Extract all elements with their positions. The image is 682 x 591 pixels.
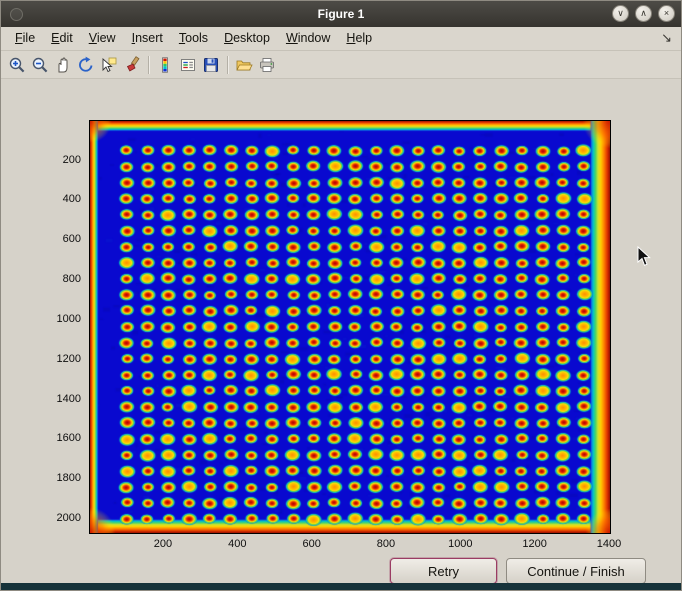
titlebar[interactable]: Figure 1 ∨ ∧ × [1,1,681,27]
open-folder-icon[interactable] [233,54,255,76]
toolbar-separator [148,56,149,74]
pan-icon[interactable] [52,54,74,76]
x-tick-label: 1000 [448,538,472,550]
y-tick-label: 1400 [41,393,81,405]
figure-canvas-area: 200 400 600 800 1000 1200 1400 1600 1800 2000 200… [1,79,681,583]
axes [89,120,611,534]
menu-view[interactable]: View [81,27,124,50]
zoom-out-icon[interactable] [29,54,51,76]
menu-help[interactable]: Help [338,27,380,50]
y-tick-label: 1200 [41,353,81,365]
continue-finish-button[interactable]: Continue / Finish [506,558,646,584]
rotate-3d-icon[interactable] [75,54,97,76]
menu-bar: File Edit View Insert Tools Desktop Wind… [1,27,681,51]
dock-figure-icon[interactable]: ↘ [661,30,672,46]
x-axis: 200400600800100012001400 [89,538,611,554]
menu-file[interactable]: File [7,27,43,50]
figure-window: Figure 1 ∨ ∧ × File Edit View Insert Too… [0,0,682,591]
y-tick-label: 2000 [41,512,81,524]
window-bottom-border [1,583,681,590]
menu-tools[interactable]: Tools [171,27,216,50]
zoom-in-icon[interactable] [6,54,28,76]
x-tick-label: 1200 [522,538,546,550]
x-tick-label: 800 [377,538,395,550]
menu-window[interactable]: Window [278,27,338,50]
toolbar-separator [227,56,228,74]
minimize-button[interactable]: ∨ [612,5,629,22]
x-tick-label: 600 [302,538,320,550]
x-tick-label: 400 [228,538,246,550]
figure-toolbar [1,51,681,79]
close-button[interactable]: × [658,5,675,22]
menu-edit[interactable]: Edit [43,27,81,50]
save-icon[interactable] [200,54,222,76]
x-tick-label: 200 [154,538,172,550]
legend-icon[interactable] [177,54,199,76]
y-tick-label: 200 [41,154,81,166]
colorbar-icon[interactable] [154,54,176,76]
x-tick-label: 1400 [597,538,621,550]
y-tick-label: 400 [41,193,81,205]
y-axis: 200 400 600 800 1000 1200 1400 1600 1800 2000 [41,120,85,534]
menu-insert[interactable]: Insert [124,27,171,50]
window-controls: ∨ ∧ × [612,5,675,22]
window-title: Figure 1 [1,1,681,27]
brush-icon[interactable] [121,54,143,76]
menu-desktop[interactable]: Desktop [216,27,278,50]
y-tick-label: 1000 [41,313,81,325]
y-tick-label: 1800 [41,472,81,484]
maximize-button[interactable]: ∧ [635,5,652,22]
y-tick-label: 1600 [41,432,81,444]
heatmap-image[interactable] [90,121,610,533]
y-tick-label: 600 [41,233,81,245]
print-icon[interactable] [256,54,278,76]
y-tick-label: 800 [41,273,81,285]
retry-button[interactable]: Retry [390,558,497,584]
data-cursor-icon[interactable] [98,54,120,76]
